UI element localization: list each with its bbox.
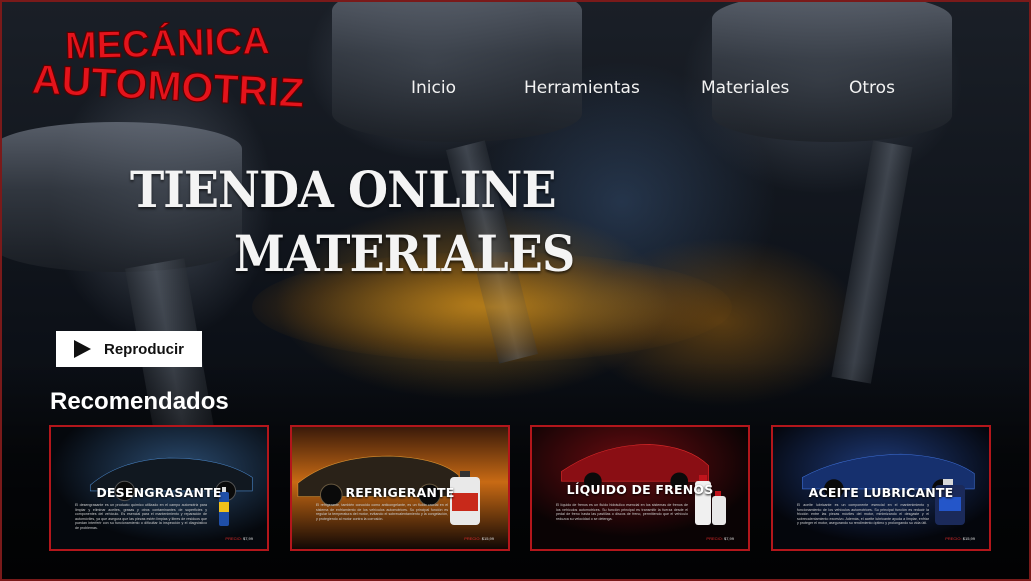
card-title: DESENGRASANTE: [96, 485, 222, 500]
product-card-desengrasante[interactable]: DESENGRASANTE El desengrasante es un pro…: [49, 425, 269, 551]
price-label: PRECIO:: [225, 536, 242, 541]
product-card-aceite-lubricante[interactable]: ACEITE LUBRICANTE El aceite lubricante e…: [771, 425, 991, 551]
card-price: PRECIO: $15,99: [945, 536, 975, 541]
card-description: El refrigerante, también conocido como a…: [316, 503, 448, 521]
card-price: PRECIO: $7,99: [225, 536, 253, 541]
product-card-liquido-de-frenos[interactable]: LÍQUIDO DE FRENOS El líquido de frenos e…: [530, 425, 750, 551]
section-title-recomendados: Recomendados: [50, 388, 229, 415]
card-price: PRECIO: $15,99: [464, 536, 494, 541]
card-title: LÍQUIDO DE FRENOS: [566, 482, 714, 497]
price-label: PRECIO:: [945, 536, 962, 541]
card-description: El aceite lubricante es un componente es…: [797, 503, 929, 526]
card-price: PRECIO: $7,99: [706, 536, 734, 541]
play-button-label: Reproducir: [104, 340, 185, 358]
price-label: PRECIO:: [464, 536, 481, 541]
price-value: $15,99: [962, 536, 975, 541]
price-value: $7,99: [242, 536, 253, 541]
hero-title-line-1: TIENDA ONLINE: [130, 160, 557, 219]
page-background: MECÁNICA AUTOMOTRIZ Inicio Herramientas …: [0, 0, 1031, 581]
card-title: REFRIGERANTE: [345, 485, 455, 500]
hero-title-line-2: MATERIALES: [234, 224, 575, 283]
play-icon: [74, 340, 91, 358]
nav-item-materiales[interactable]: Materiales: [701, 78, 789, 98]
product-card-refrigerante[interactable]: REFRIGERANTE El refrigerante, también co…: [290, 425, 510, 551]
price-label: PRECIO:: [706, 536, 723, 541]
rod-decoration: [831, 140, 913, 384]
price-value: $15,99: [481, 536, 494, 541]
nav-item-otros[interactable]: Otros: [849, 78, 895, 98]
price-value: $7,99: [723, 536, 734, 541]
nav-item-inicio[interactable]: Inicio: [411, 78, 456, 98]
piston-decoration: [332, 2, 582, 142]
play-button[interactable]: Reproducir: [56, 331, 202, 367]
card-description: El desengrasante es un producto químico …: [75, 503, 207, 530]
piston-decoration: [712, 2, 952, 142]
card-description: El líquido de frenos es un fluido hidráu…: [556, 503, 688, 521]
card-title: ACEITE LUBRICANTE: [808, 485, 954, 500]
nav-item-herramientas[interactable]: Herramientas: [524, 78, 640, 98]
main-nav: Inicio Herramientas Materiales Otros: [2, 78, 1029, 102]
